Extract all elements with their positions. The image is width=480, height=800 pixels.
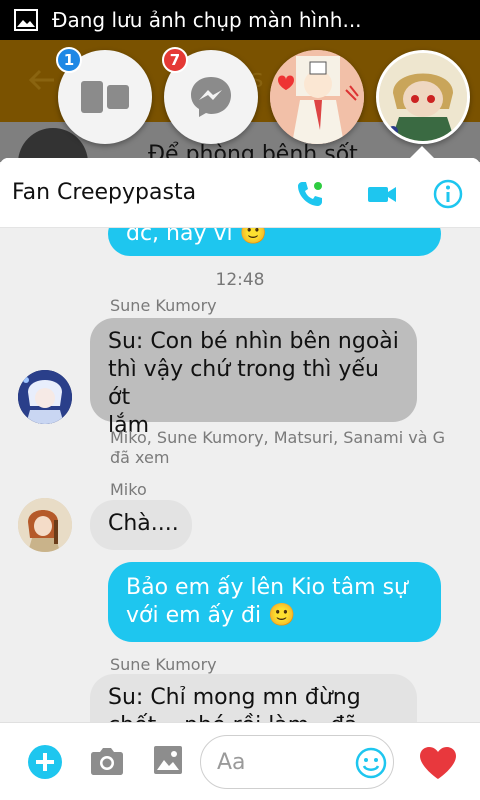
seen-by-indicator[interactable]: Miko, Sune Kumory, Matsuri, Sanami và G … (110, 428, 445, 468)
anime-character-avatar (270, 50, 364, 144)
windows-icon (81, 81, 129, 113)
video-camera-icon[interactable] (366, 178, 398, 210)
message-text: Chà.... (108, 511, 179, 536)
message-line: với em ấy đi 🙂 (126, 603, 296, 628)
message-line: Bảo em ấy lên Kio tâm sự (126, 575, 408, 600)
gallery-icon[interactable] (153, 745, 183, 775)
phone-icon[interactable] (294, 178, 326, 210)
heart-icon[interactable] (419, 746, 457, 780)
sender-avatar[interactable] (18, 498, 72, 552)
sender-avatar[interactable] (18, 370, 72, 424)
incoming-message[interactable]: Chà.... (90, 500, 192, 550)
conversation-title[interactable]: Fan Creepypasta (12, 180, 196, 205)
outgoing-message[interactable]: Bảo em ấy lên Kio tâm sự với em ấy đi 🙂 (108, 562, 441, 642)
plus-icon[interactable] (27, 744, 63, 780)
status-text: Đang lưu ảnh chụp màn hình... (52, 8, 362, 32)
seen-by-line: đã xem (110, 448, 170, 467)
outgoing-message[interactable]: dc, hay vì 🙂 (108, 228, 441, 256)
message-thread[interactable]: dc, hay vì 🙂 12:48 Sune Kumory Su: Con b… (0, 228, 480, 722)
message-line: Su: Chỉ mong mn đừng (108, 685, 361, 710)
back-arrow-icon (28, 69, 54, 91)
message-timestamp: 12:48 (215, 270, 265, 290)
seen-by-line: Miko, Sune Kumory, Matsuri, Sanami và G (110, 428, 446, 447)
message-text: dc, hay vì 🙂 (126, 228, 268, 246)
image-icon (14, 9, 38, 31)
message-line: chết... nhé rồi làm...đã (108, 712, 399, 722)
contact-avatar-1[interactable] (270, 50, 364, 144)
info-icon[interactable] (432, 178, 464, 210)
anime-character-avatar (18, 498, 72, 552)
creepy-character-avatar (379, 53, 467, 141)
panel-pointer (410, 146, 434, 158)
message-input-placeholder: Aa (217, 750, 246, 775)
messenger-icon (191, 77, 231, 117)
emoji-icon[interactable] (355, 747, 387, 779)
chat-heads-badge: 1 (56, 47, 82, 73)
sender-name: Sune Kumory (110, 655, 217, 674)
anime-character-avatar (18, 370, 72, 424)
sender-name: Miko (110, 480, 147, 499)
conversation-panel: Fan Creepypasta dc, hay vì 🙂 12:48 Sune … (0, 158, 480, 800)
contact-avatar-2[interactable] (376, 50, 470, 144)
incoming-message[interactable]: Su: Con bé nhìn bên ngoài thì vậy chứ tr… (90, 318, 417, 438)
message-composer: Aa (0, 722, 480, 800)
incoming-message[interactable]: Su: Chỉ mong mn đừng chết... nhé rồi làm… (90, 674, 417, 722)
camera-icon[interactable] (90, 746, 124, 776)
sender-name: Sune Kumory (110, 296, 217, 315)
status-bar: Đang lưu ảnh chụp màn hình... (0, 0, 480, 40)
message-input[interactable]: Aa (200, 735, 394, 789)
messenger-badge: 7 (162, 47, 188, 73)
message-line: thì vậy chứ trong thì yếu ớt (108, 357, 379, 410)
conversation-title-bar: Fan Creepypasta (0, 158, 480, 228)
message-line: Su: Con bé nhìn bên ngoài (108, 329, 399, 354)
